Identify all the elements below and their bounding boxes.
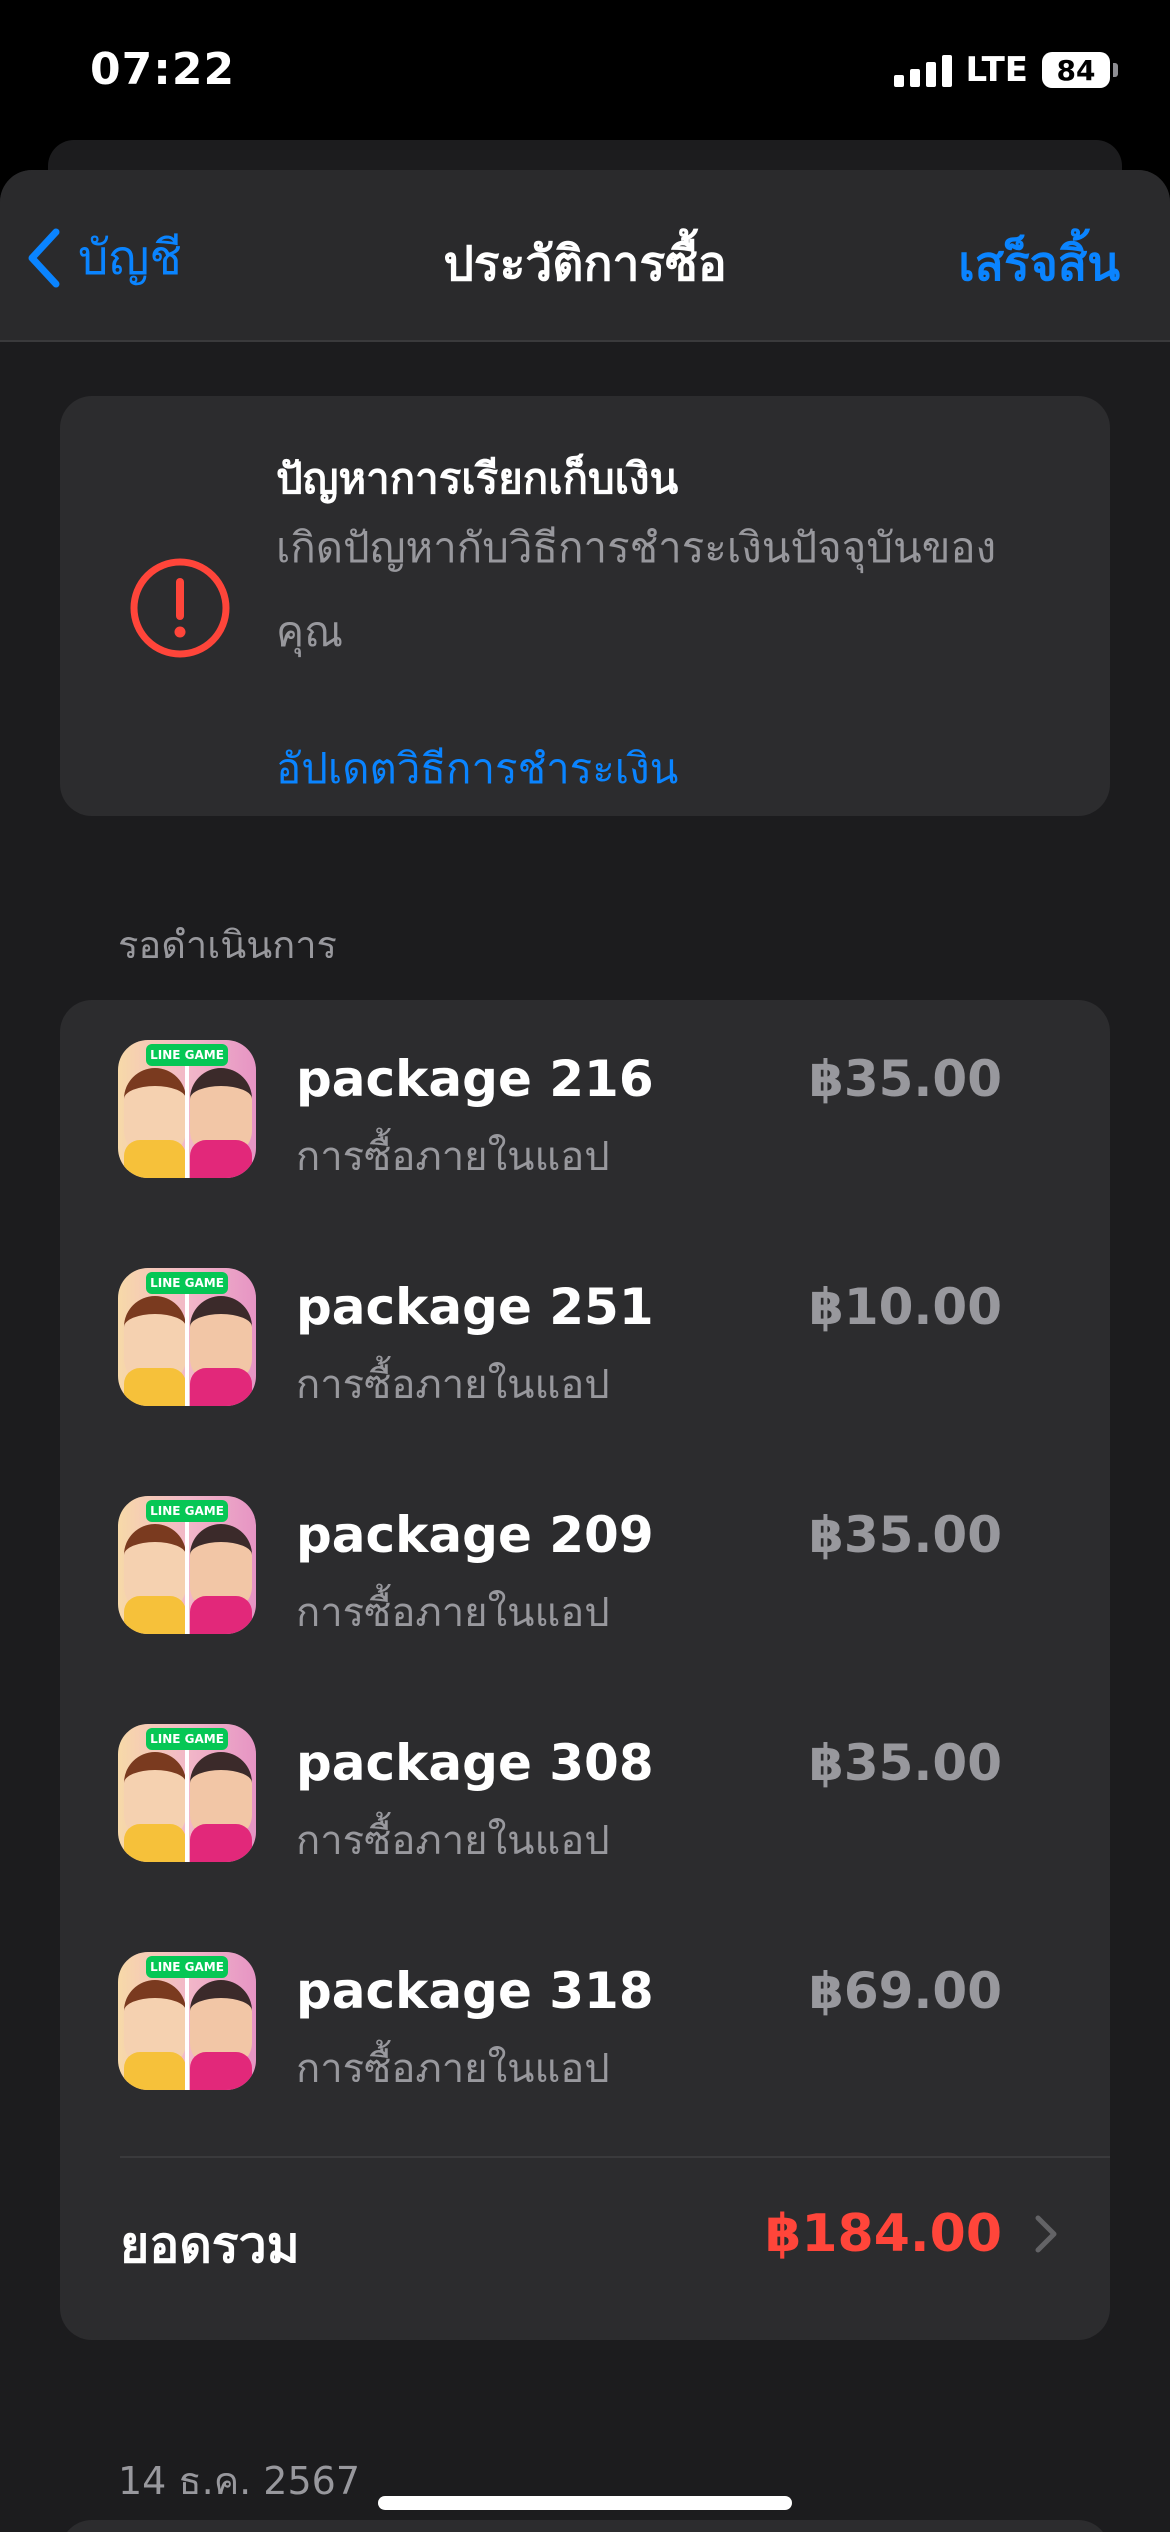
- total-value: ฿184.00: [765, 2204, 1002, 2264]
- purchase-name: package 318: [296, 1962, 654, 2020]
- billing-problem-card: ปัญหาการเรียกเก็บเงิน เกิดปัญหากับวิธีกา…: [60, 396, 1110, 816]
- purchase-price: ฿10.00: [809, 1278, 1002, 1336]
- pending-section-label: รอดำเนินการ: [118, 923, 337, 967]
- navigation-bar: บัญชี ประวัติการซื้อ เสร็จสิ้น: [0, 170, 1170, 342]
- purchase-name: package 209: [296, 1506, 654, 1564]
- app-badge: LINE GAME: [146, 1728, 228, 1750]
- status-time: 07:22: [90, 44, 236, 95]
- purchase-type: การซื้อภายในแอป: [296, 1590, 610, 1636]
- purchase-type: การซื้อภายในแอป: [296, 1818, 610, 1864]
- billing-problem-description: เกิดปัญหากับวิธีการชำระเงินปัจจุบันของคุ…: [276, 523, 997, 656]
- total-row[interactable]: ยอดรวม ฿184.00: [60, 2158, 1110, 2308]
- purchase-history-sheet: บัญชี ประวัติการซื้อ เสร็จสิ้น ปัญหาการเ…: [0, 170, 1170, 2532]
- pending-purchases-card: LINE GAME package 216 การซื้อภายในแอป ฿3…: [60, 1000, 1110, 2340]
- purchase-price: ฿35.00: [809, 1734, 1002, 1792]
- app-icon: LINE GAME: [118, 1724, 256, 1862]
- purchase-type: การซื้อภายในแอป: [296, 2046, 610, 2092]
- purchase-row[interactable]: LINE GAME package 216 การซื้อภายในแอป ฿3…: [60, 1000, 1110, 1228]
- purchase-name: package 308: [296, 1734, 654, 1792]
- purchase-row[interactable]: LINE GAME package 251 การซื้อภายในแอป ฿1…: [60, 1228, 1110, 1456]
- purchase-row[interactable]: LINE GAME package 318 การซื้อภายในแอป ฿6…: [60, 1912, 1110, 2140]
- purchase-type: การซื้อภายในแอป: [296, 1134, 610, 1180]
- app-icon: LINE GAME: [118, 1268, 256, 1406]
- update-payment-method-link[interactable]: อัปเดตวิธีการชำระเงิน: [276, 736, 678, 802]
- purchase-row[interactable]: LINE GAME package 308 การซื้อภายในแอป ฿3…: [60, 1684, 1110, 1912]
- purchase-name: package 251: [296, 1278, 654, 1336]
- cellular-signal-icon: [893, 53, 952, 87]
- chevron-right-icon: [1035, 2215, 1057, 2253]
- home-indicator[interactable]: [378, 2496, 792, 2510]
- app-badge: LINE GAME: [146, 1956, 228, 1978]
- app-badge: LINE GAME: [146, 1500, 228, 1522]
- exclamation-circle-icon: [130, 558, 230, 658]
- purchase-name: package 216: [296, 1050, 654, 1108]
- purchase-row[interactable]: LINE GAME package 209 การซื้อภายในแอป ฿3…: [60, 1456, 1110, 1684]
- total-label: ยอดรวม: [120, 2216, 300, 2274]
- app-badge: LINE GAME: [146, 1272, 228, 1294]
- purchase-price: ฿69.00: [809, 1962, 1002, 2020]
- billing-problem-title: ปัญหาการเรียกเก็บเงิน: [276, 454, 679, 503]
- purchase-type: การซื้อภายในแอป: [296, 1362, 610, 1408]
- network-type: LTE: [965, 50, 1028, 90]
- status-bar: 07:22 LTE 84: [0, 0, 1170, 150]
- app-badge: LINE GAME: [146, 1044, 228, 1066]
- app-icon: LINE GAME: [118, 1040, 256, 1178]
- battery-icon: 84: [1042, 52, 1118, 88]
- status-indicators: LTE 84: [893, 50, 1118, 90]
- app-icon: LINE GAME: [118, 1496, 256, 1634]
- next-section-card: [60, 2520, 1110, 2532]
- purchase-price: ฿35.00: [809, 1506, 1002, 1564]
- app-icon: LINE GAME: [118, 1952, 256, 2090]
- date-section-label: 14 ธ.ค. 2567: [118, 2459, 360, 2503]
- purchase-price: ฿35.00: [809, 1050, 1002, 1108]
- done-button[interactable]: เสร็จสิ้น: [958, 226, 1120, 302]
